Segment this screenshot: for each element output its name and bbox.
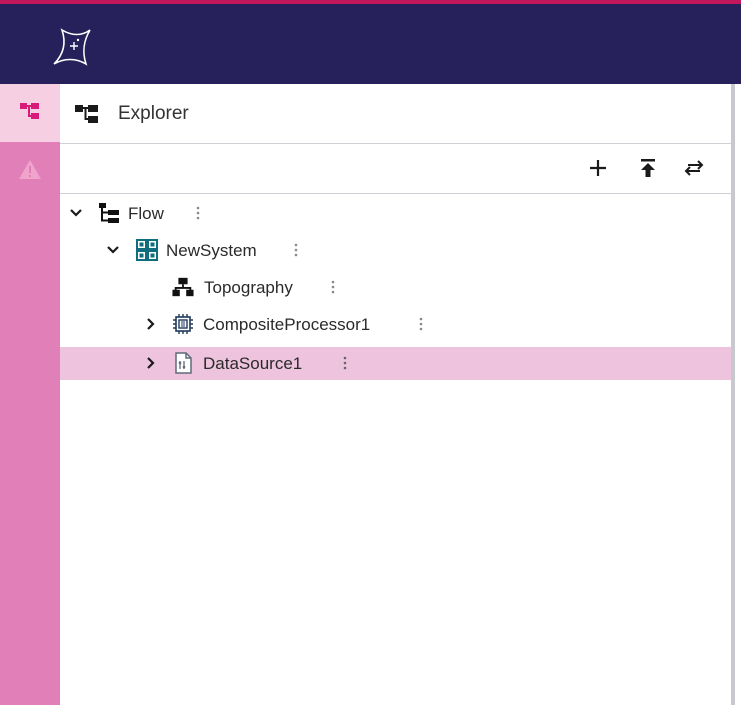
chevron-down-icon[interactable]: [105, 242, 121, 258]
more-options-icon[interactable]: [340, 353, 350, 373]
tree-label: DataSource1: [203, 354, 303, 373]
explorer-toolbar: [60, 144, 731, 194]
rail-explorer-button[interactable]: [0, 84, 60, 142]
chevron-right-icon[interactable]: [143, 355, 159, 371]
swap-icon: [682, 158, 706, 183]
add-button[interactable]: [584, 156, 612, 184]
more-options-icon[interactable]: [416, 314, 426, 334]
tree-icon: [19, 101, 41, 126]
tree-label: CompositeProcessor1: [203, 315, 371, 334]
tree-label: Topography: [204, 278, 293, 297]
topography-icon: [172, 276, 194, 298]
tree-label: Flow: [128, 204, 164, 223]
explorer-header: Explorer: [60, 84, 731, 144]
warning-icon: [18, 158, 42, 185]
collapse-all-icon: [639, 158, 657, 183]
more-options-icon[interactable]: [328, 277, 338, 297]
collapse-all-button[interactable]: [634, 156, 662, 184]
explorer-tree-icon: [74, 103, 102, 125]
chevron-right-icon[interactable]: [143, 316, 159, 332]
explorer-title: Explorer: [118, 102, 189, 124]
left-nav-rail: [0, 84, 60, 705]
tree-row-datasource1[interactable]: DataSource1: [60, 347, 731, 380]
tree-row-compositeprocessor1[interactable]: CompositeProcessor1: [60, 306, 731, 343]
tree-label: NewSystem: [166, 241, 257, 260]
app-header: [0, 4, 741, 84]
explorer-panel: Explorer Flow NewSystem Topography Compo…: [60, 84, 731, 705]
data-source-icon: [172, 352, 194, 374]
app-window: Explorer Flow NewSystem Topography Compo…: [0, 0, 741, 705]
more-options-icon[interactable]: [193, 203, 203, 223]
flow-tree-icon: [98, 202, 120, 224]
processor-chip-icon: [172, 313, 194, 335]
more-options-icon[interactable]: [291, 240, 301, 260]
system-grid-icon: [136, 239, 158, 261]
vertical-scrollbar[interactable]: [731, 84, 735, 705]
tree-row-newsystem[interactable]: NewSystem: [60, 232, 731, 269]
swap-button[interactable]: [680, 156, 708, 184]
rail-warnings-button[interactable]: [0, 142, 60, 200]
chevron-down-icon[interactable]: [68, 205, 84, 221]
tree-row-topography[interactable]: Topography: [60, 269, 731, 306]
plus-icon: [588, 158, 608, 183]
tree-row-flow[interactable]: Flow: [60, 195, 731, 232]
app-logo-icon[interactable]: [50, 24, 94, 68]
